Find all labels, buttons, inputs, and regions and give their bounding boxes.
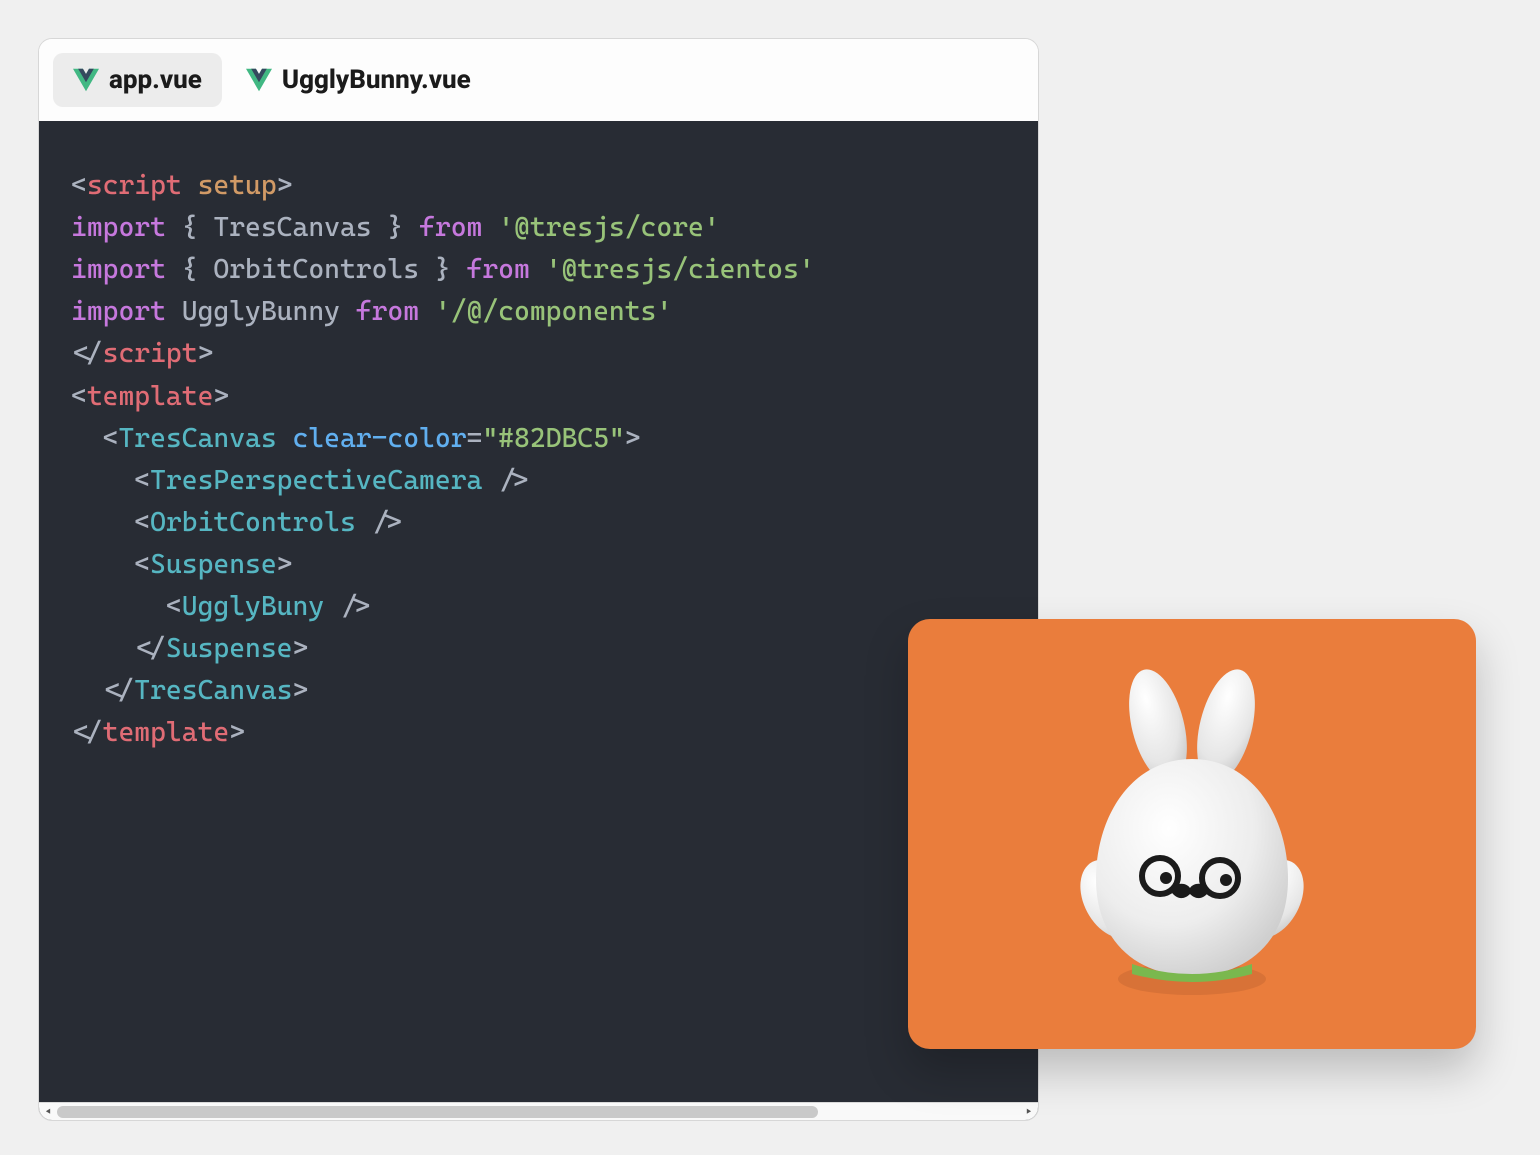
tab-ugglybunny-vue[interactable]: UgglyBunny.vue: [226, 53, 491, 107]
code-editor[interactable]: <script setup> import { TresCanvas } fro…: [39, 121, 1038, 1120]
tab-app-vue[interactable]: app.vue: [53, 53, 222, 107]
render-preview[interactable]: [908, 619, 1476, 1049]
scrollbar-track[interactable]: [57, 1103, 1020, 1120]
code-content: <script setup> import { TresCanvas } fro…: [39, 121, 1038, 1120]
scroll-left-icon[interactable]: ◂: [39, 1103, 57, 1121]
tab-label: app.vue: [109, 65, 202, 95]
scroll-right-icon[interactable]: ▸: [1020, 1103, 1038, 1121]
tab-label: UgglyBunny.vue: [282, 65, 471, 95]
horizontal-scrollbar[interactable]: ◂ ▸: [39, 1102, 1038, 1120]
tabs-bar: app.vue UgglyBunny.vue: [39, 39, 1038, 107]
bunny-model-icon: [1062, 664, 1322, 1004]
vue-icon: [73, 68, 99, 92]
editor-window: app.vue UgglyBunny.vue <script setup> im…: [38, 38, 1039, 1121]
scrollbar-thumb[interactable]: [57, 1106, 818, 1118]
vue-icon: [246, 68, 272, 92]
